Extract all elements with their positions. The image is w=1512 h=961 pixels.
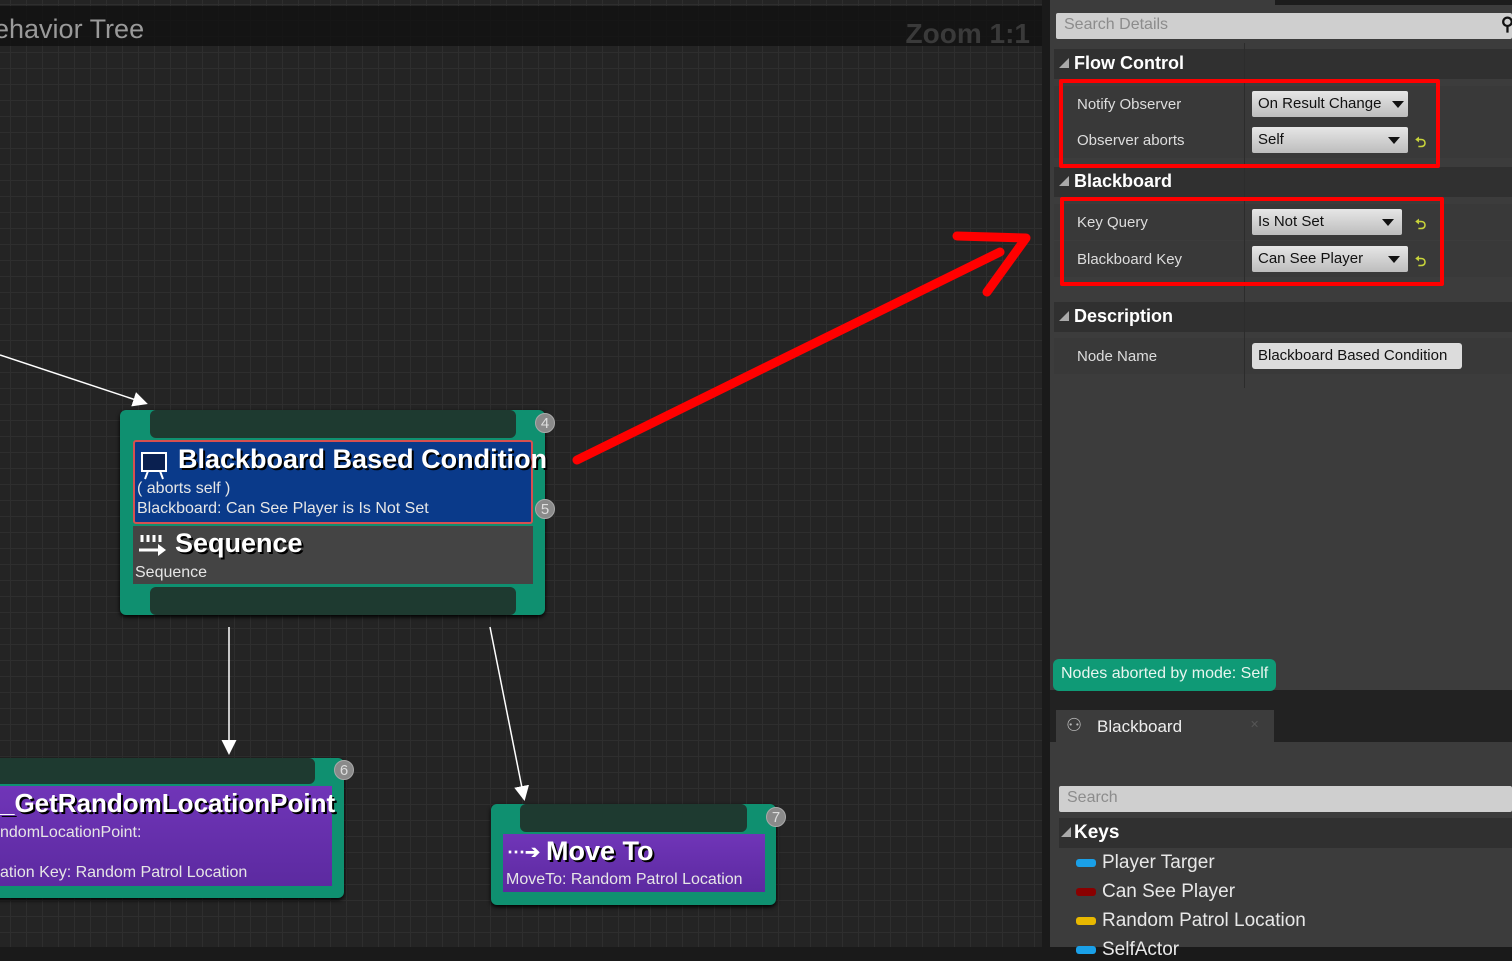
blackboard-key-item[interactable]: Random Patrol Location (1076, 910, 1306, 932)
execution-index-badge: 6 (334, 760, 354, 780)
search-details-input[interactable]: Search Details ⚲ (1056, 13, 1512, 39)
node-name-input[interactable]: Blackboard Based Condition (1252, 343, 1462, 369)
task-body: _GetRandomLocationPoint ndomLocationPoin… (0, 786, 336, 886)
key-name: SelfActor (1102, 939, 1180, 960)
sequence-node[interactable]: Blackboard Based Condition ( aborts self… (120, 410, 555, 615)
tab-label: Blackboard (1097, 717, 1183, 736)
decorator-description: Blackboard: Can See Player is Is Not Set (137, 500, 429, 517)
blackboard-search-input[interactable]: Search (1059, 786, 1512, 812)
composite-sequence[interactable]: Sequence Sequence (133, 526, 533, 584)
task-line1: ndomLocationPoint: (0, 824, 142, 841)
key-type-icon (1076, 945, 1096, 954)
blackboard-key-item[interactable]: Can See Player (1076, 881, 1235, 903)
key-name: Can See Player (1102, 881, 1236, 902)
search-placeholder: Search Details (1064, 16, 1169, 33)
section-blackboard[interactable]: Blackboard (1054, 167, 1512, 197)
output-pin[interactable] (150, 587, 516, 615)
input-pin[interactable] (520, 804, 747, 832)
input-pin[interactable] (0, 758, 315, 784)
key-name: Player Targer (1102, 852, 1215, 873)
close-icon[interactable]: ✕ (1250, 718, 1259, 731)
keys-category[interactable]: Keys (1059, 818, 1512, 848)
highlight-box-blackboard (1060, 197, 1444, 286)
key-type-icon (1076, 916, 1096, 925)
input-value: Blackboard Based Condition (1258, 347, 1448, 364)
collapse-triangle-icon (1059, 176, 1069, 186)
sequence-subtitle: Sequence (135, 564, 208, 581)
moveto-subtitle: MoveTo: Random Patrol Location (506, 871, 743, 888)
decorator-title: Blackboard Based Condition (178, 444, 548, 474)
section-title: Description (1074, 306, 1174, 326)
key-type-icon (1076, 887, 1096, 896)
task-get-random-location-node[interactable]: _GetRandomLocationPoint ndomLocationPoin… (0, 758, 344, 898)
collapse-triangle-icon (1059, 311, 1069, 321)
search-icon: ⚲ (1500, 14, 1512, 34)
moveto-title: Move To (546, 836, 654, 866)
task-line2: ation Key: Random Patrol Location (0, 864, 248, 881)
tab-blackboard[interactable]: ⚇ Blackboard ✕ (1056, 710, 1274, 742)
collapse-triangle-icon (1061, 827, 1071, 837)
wire-moveto (489, 626, 530, 801)
section-description[interactable]: Description (1054, 302, 1512, 332)
collapse-triangle-icon (1059, 58, 1069, 68)
task-move-to-node[interactable]: ⋯➔ Move To MoveTo: Random Patrol Locatio… (491, 804, 786, 905)
execution-index-badge: 7 (766, 807, 786, 827)
section-title: Flow Control (1074, 53, 1184, 73)
section-flow-control[interactable]: Flow Control (1054, 49, 1512, 79)
property-label: Node Name (1077, 348, 1158, 365)
sequence-icon (139, 535, 166, 556)
keys-header: Keys (1074, 822, 1120, 843)
decorator-abort-text: ( aborts self ) (137, 480, 231, 497)
abort-mode-status: Nodes aborted by mode: Self (1053, 659, 1277, 691)
row-node-name: Node Name Blackboard Based Condition (1054, 338, 1512, 374)
execution-index-badge: 4 (535, 413, 555, 433)
key-type-icon (1076, 858, 1096, 867)
sequence-title: Sequence (175, 528, 303, 558)
behavior-tree-graph[interactable]: ehavior Tree Zoom 1:1 Blackboard Based C… (0, 0, 1042, 947)
move-arrow-icon: ⋯➔ (507, 842, 541, 862)
input-pin[interactable] (150, 410, 516, 438)
highlight-box-flow-control (1059, 79, 1440, 168)
blackboard-tab-icon: ⚇ (1066, 715, 1083, 735)
moveto-body: ⋯➔ Move To MoveTo: Random Patrol Locatio… (503, 834, 765, 892)
blackboard-key-item[interactable]: Player Targer (1076, 852, 1215, 874)
blackboard-icon (141, 452, 167, 480)
blackboard-key-item[interactable]: SelfActor (1076, 939, 1179, 961)
decorator-blackboard-condition[interactable]: Blackboard Based Condition ( aborts self… (133, 440, 547, 524)
search-placeholder: Search (1067, 789, 1118, 806)
key-name: Random Patrol Location (1102, 910, 1306, 931)
wire-in (0, 354, 148, 407)
section-title: Blackboard (1074, 171, 1173, 191)
execution-index-badge: 5 (535, 499, 555, 519)
task-title: _GetRandomLocationPoint (0, 788, 336, 818)
